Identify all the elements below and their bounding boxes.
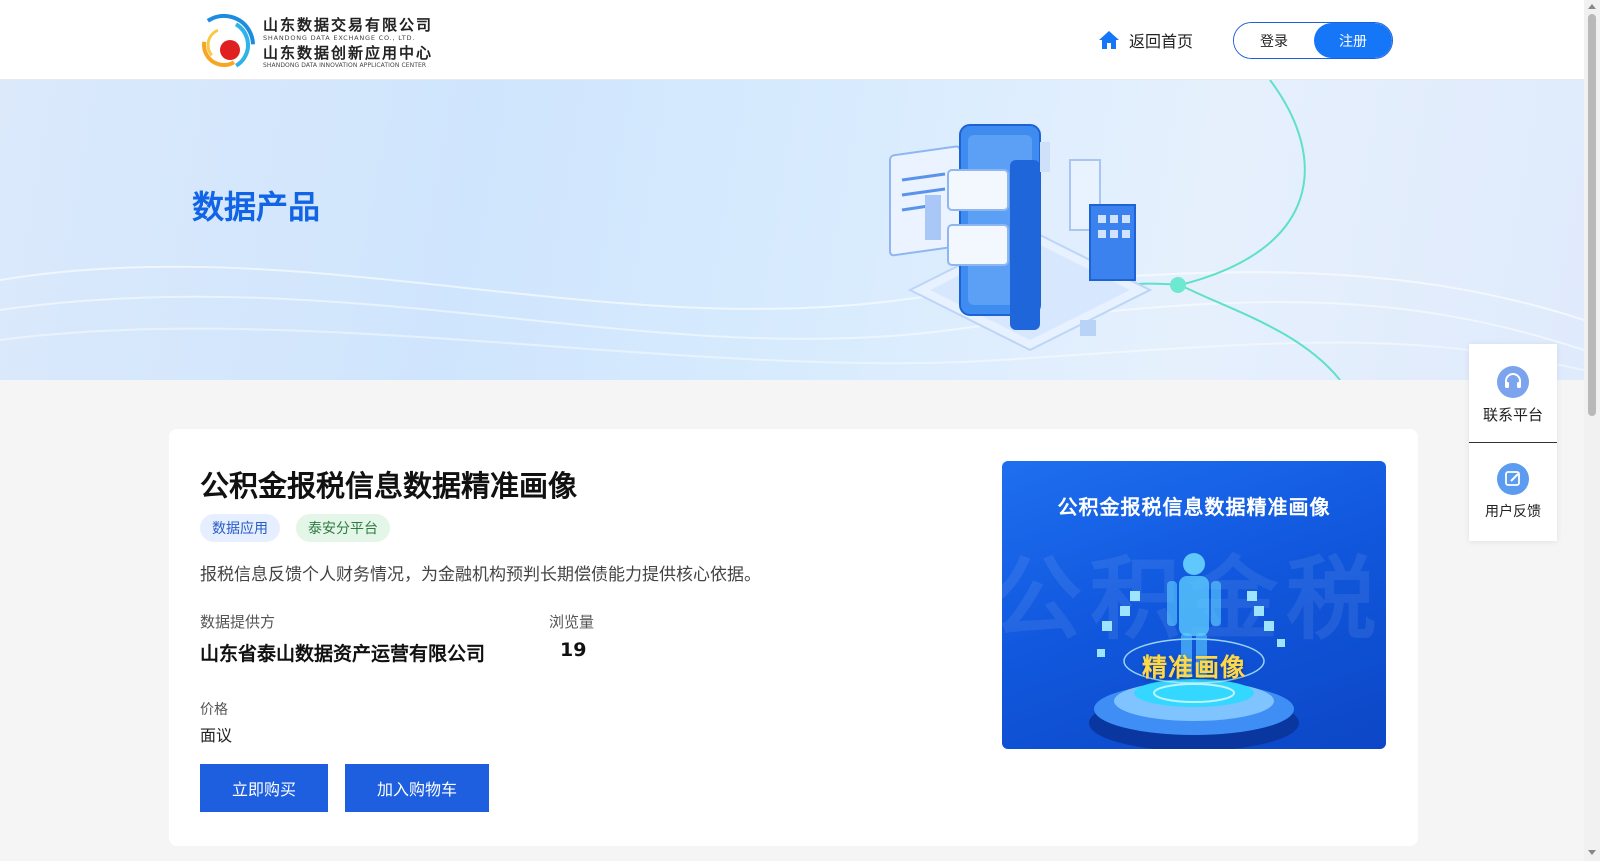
add-to-cart-button[interactable]: 加入购物车 (345, 764, 489, 812)
logo-mark-icon (193, 14, 255, 76)
logo-cn-line2: 山东数据创新应用中心 (263, 44, 434, 62)
login-button[interactable]: 登录 (1234, 23, 1314, 58)
product-image: 公积金税 公积金报税信息数据精准画像 精准画像 (1002, 461, 1386, 749)
price-label: 价格 (200, 702, 228, 718)
headset-icon (1497, 366, 1529, 398)
scrollbar-thumb[interactable] (1588, 14, 1596, 416)
site-logo[interactable]: 山东数据交易有限公司 SHANDONG DATA EXCHANGE CO., L… (193, 14, 453, 76)
auth-buttons: 登录 注册 (1233, 22, 1393, 59)
logo-cn-line1: 山东数据交易有限公司 (263, 16, 434, 34)
banner-waves (0, 80, 1584, 380)
contact-platform-label: 联系平台 (1482, 406, 1543, 424)
home-link-label: 返回首页 (1129, 32, 1194, 51)
tag-category: 数据应用 (200, 514, 280, 542)
edit-icon (1497, 463, 1529, 495)
user-feedback-button[interactable]: 用户反馈 (1469, 443, 1557, 541)
home-icon (1099, 31, 1119, 49)
logo-text: 山东数据交易有限公司 SHANDONG DATA EXCHANGE CO., L… (263, 16, 463, 70)
banner-title: 数据产品 (192, 188, 321, 226)
home-link[interactable]: 返回首页 (1097, 26, 1193, 54)
tag-platform: 泰安分平台 (296, 514, 390, 542)
floating-side-panel: 联系平台 用户反馈 (1469, 344, 1557, 541)
product-card: 公积金报税信息数据精准画像 数据应用 泰安分平台 报税信息反馈个人财务情况，为金… (169, 429, 1418, 846)
human-figure-icon (1089, 553, 1299, 749)
logo-en-line1: SHANDONG DATA EXCHANGE CO., LTD. (263, 34, 416, 42)
user-feedback-label: 用户反馈 (1485, 504, 1541, 520)
provider-value: 山东省泰山数据资产运营有限公司 (200, 643, 486, 665)
product-description: 报税信息反馈个人财务情况，为金融机构预判长期偿债能力提供核心依据。 (200, 565, 761, 585)
views-value: 19 (560, 639, 587, 661)
product-title: 公积金报税信息数据精准画像 (200, 469, 578, 503)
scroll-down-arrow-icon[interactable] (1588, 850, 1596, 855)
product-tags: 数据应用 泰安分平台 (200, 514, 390, 542)
hero-banner: 数据产品 (0, 80, 1584, 380)
page-scrollbar[interactable] (1584, 0, 1600, 861)
logo-en-line2: SHANDONG DATA INNOVATION APPLICATION CEN… (263, 62, 427, 69)
image-badge: 精准画像 (1141, 653, 1246, 682)
contact-platform-button[interactable]: 联系平台 (1469, 344, 1557, 442)
scroll-up-arrow-icon[interactable] (1588, 4, 1596, 9)
views-label: 浏览量 (549, 613, 595, 631)
data-illustration-icon (889, 124, 1153, 352)
buy-now-button[interactable]: 立即购买 (200, 764, 328, 812)
register-button[interactable]: 注册 (1314, 23, 1392, 58)
provider-label: 数据提供方 (200, 613, 276, 631)
price-value: 面议 (200, 726, 233, 745)
top-header: 山东数据交易有限公司 SHANDONG DATA EXCHANGE CO., L… (0, 0, 1584, 80)
